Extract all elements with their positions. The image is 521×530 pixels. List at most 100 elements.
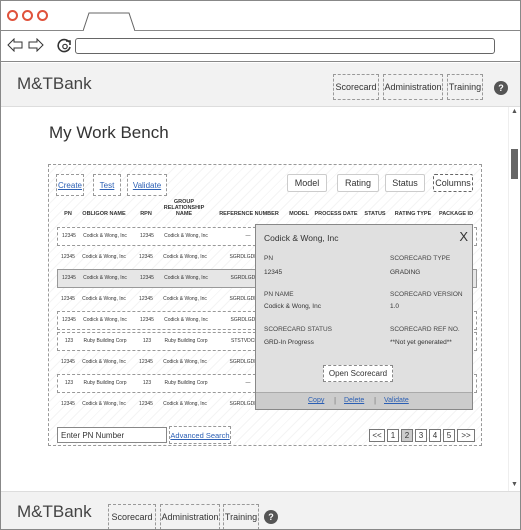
browser-navbar — [1, 31, 520, 62]
cell-rpn: 12345 — [140, 232, 154, 239]
cell-obligor: Codick & Wong, Inc — [83, 316, 127, 323]
pager-page-1[interactable]: 1 — [387, 429, 399, 442]
scroll-thumb[interactable] — [511, 149, 518, 179]
footer-scorecard-button[interactable]: Scorecard — [108, 504, 156, 529]
cell-rpn: 12345 — [139, 295, 153, 302]
minimize-window-dot-icon[interactable] — [22, 10, 33, 21]
cell-obligor: Codick & Wong, Inc — [82, 400, 126, 407]
scorecard-type-value: GRADING — [390, 269, 421, 276]
cell-pn: 12345 — [61, 400, 75, 407]
browser-titlebar — [1, 1, 520, 31]
create-button[interactable]: Create — [56, 174, 84, 196]
cell-rpn: 123 — [142, 337, 152, 344]
scorecard-ref-value: **Not yet generated** — [390, 339, 452, 346]
col-header-pn[interactable]: PN — [57, 211, 79, 217]
status-filter-button[interactable]: Status — [385, 174, 425, 192]
advanced-search-link[interactable]: Advanced Search — [169, 426, 231, 444]
close-icon[interactable]: X — [459, 229, 468, 244]
cell-group: Codick & Wong, Inc — [164, 232, 208, 239]
cell-group: Codick & Wong, Inc — [163, 295, 207, 302]
cell-obligor: Codick & Wong, Inc — [83, 274, 127, 281]
pn-number-input[interactable]: Enter PN Number — [57, 427, 167, 443]
col-header-reference-number[interactable]: REFERENCE NUMBER — [219, 211, 279, 217]
site-footer: M&TBank Scorecard Administration Trainin… — [1, 491, 520, 529]
pager-page-4[interactable]: 4 — [429, 429, 441, 442]
col-header-obligor-name[interactable]: OBLIGOR NAME — [81, 211, 127, 217]
table-header: PN OBLIGOR NAME RPN GROUP RELATIONSHIP N… — [57, 199, 475, 225]
scroll-down-icon[interactable]: ▼ — [511, 481, 518, 488]
col-header-rating-type[interactable]: RATING TYPE — [393, 211, 433, 217]
validate-button[interactable]: Validate — [127, 174, 167, 196]
cell-pn: 123 — [64, 379, 74, 386]
back-arrow-icon[interactable] — [7, 38, 23, 52]
action-separator: | — [374, 396, 377, 405]
col-header-group-relationship-name[interactable]: GROUP RELATIONSHIP NAME — [161, 199, 207, 217]
pager-last-button[interactable]: >> — [457, 429, 475, 442]
test-button[interactable]: Test — [93, 174, 121, 196]
cell-rpn: 12345 — [140, 274, 154, 281]
nav-training-button[interactable]: Training — [447, 74, 483, 100]
brand-logo[interactable]: M&TBank — [17, 74, 92, 94]
cell-pn: 123 — [64, 337, 74, 344]
copy-link[interactable]: Copy — [308, 397, 324, 404]
col-header-status[interactable]: STATUS — [363, 211, 387, 217]
site-header: M&TBank Scorecard Administration Trainin… — [1, 63, 520, 107]
cell-pn: 12345 — [62, 316, 76, 323]
validate-link[interactable]: Validate — [384, 397, 409, 404]
cell-group: Codick & Wong, Inc — [163, 253, 207, 260]
pn-name-label: PN NAME — [264, 291, 294, 298]
footer-administration-button[interactable]: Administration — [160, 504, 220, 529]
pager-page-2[interactable]: 2 — [401, 429, 413, 442]
columns-button[interactable]: Columns — [433, 174, 473, 192]
cell-pn: 12345 — [61, 358, 75, 365]
page-title: My Work Bench — [49, 123, 169, 142]
cell-obligor: Ruby Building Corp — [83, 379, 127, 386]
scorecard-status-value: GRD-In Progress — [264, 339, 314, 346]
page-scrollbar[interactable]: ▲ ▼ — [508, 107, 520, 491]
footer-help-icon[interactable]: ? — [264, 510, 278, 524]
action-separator: | — [334, 396, 337, 405]
scorecard-version-value: 1.0 — [390, 303, 400, 310]
delete-link[interactable]: Delete — [344, 397, 364, 404]
close-window-dot-icon[interactable] — [7, 10, 18, 21]
footer-training-button[interactable]: Training — [223, 504, 259, 529]
cell-rpn: 12345 — [139, 400, 153, 407]
scorecard-ref-label: SCORECARD REF NO. — [390, 326, 460, 333]
cell-obligor: Ruby Building Corp — [83, 337, 127, 344]
cell-pn: 12345 — [62, 232, 76, 239]
rating-filter-button[interactable]: Rating — [337, 174, 379, 192]
pager-page-5[interactable]: 5 — [443, 429, 455, 442]
pager-first-button[interactable]: << — [369, 429, 385, 442]
open-scorecard-button[interactable]: Open Scorecard — [323, 365, 393, 382]
cell-obligor: Codick & Wong, Inc — [83, 232, 127, 239]
col-header-rpn[interactable]: RPN — [137, 211, 155, 217]
address-bar[interactable] — [75, 38, 495, 54]
browser-window: M&TBank Scorecard Administration Trainin… — [0, 0, 521, 530]
nav-scorecard-button[interactable]: Scorecard — [333, 74, 379, 100]
col-header-model[interactable]: MODEL — [287, 211, 311, 217]
pn-label: PN — [264, 255, 274, 262]
reload-icon[interactable] — [57, 38, 73, 54]
model-filter-button[interactable]: Model — [287, 174, 327, 192]
nav-administration-button[interactable]: Administration — [383, 74, 443, 100]
col-header-process-date[interactable]: PROCESS DATE — [313, 211, 359, 217]
pn-name-value: Codick & Wong, Inc — [264, 303, 321, 310]
cell-group: Codick & Wong, Inc — [163, 358, 207, 365]
cell-rpn: 123 — [142, 379, 152, 386]
popup-actions: Copy | Delete | Validate — [256, 392, 472, 409]
pager-page-3[interactable]: 3 — [415, 429, 427, 442]
help-icon[interactable]: ? — [494, 81, 508, 95]
cell-obligor: Codick & Wong, Inc — [82, 295, 126, 302]
popup-title: Codick & Wong, Inc — [264, 233, 339, 243]
browser-tab[interactable] — [83, 12, 135, 31]
maximize-window-dot-icon[interactable] — [37, 10, 48, 21]
footer-brand-logo[interactable]: M&TBank — [17, 502, 92, 522]
col-header-package-id[interactable]: PACKAGE ID — [437, 211, 475, 217]
pn-value: 12345 — [264, 269, 283, 276]
cell-group: Ruby Building Corp — [164, 337, 208, 344]
scorecard-popup: Codick & Wong, Inc X PN 12345 SCORECARD … — [255, 224, 473, 410]
scroll-up-icon[interactable]: ▲ — [511, 108, 518, 115]
cell-rpn: 12345 — [140, 316, 154, 323]
forward-arrow-icon[interactable] — [28, 38, 44, 52]
cell-pn: 12345 — [61, 253, 75, 260]
